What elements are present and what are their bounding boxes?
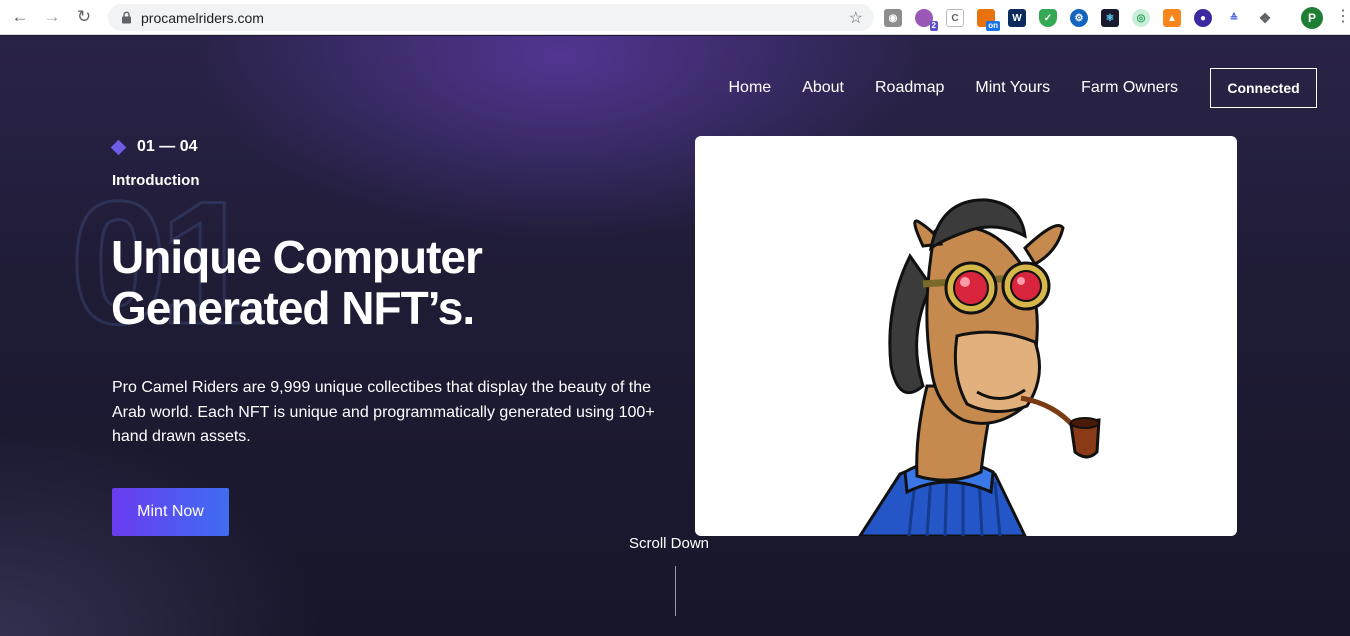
section-label: Introduction	[112, 172, 200, 189]
c-extension-icon[interactable]: C	[946, 9, 964, 27]
main-navigation: Home About Roadmap Mint Yours Farm Owner…	[698, 68, 1317, 108]
slide-counter-text: 01 — 04	[137, 138, 198, 155]
shield-extension-icon[interactable]: ✓	[1039, 9, 1057, 27]
profile-extension-icon[interactable]: 2	[915, 9, 938, 31]
hero-headline: Unique Computer Generated NFT’s.	[111, 232, 671, 334]
nav-roadmap[interactable]: Roadmap	[875, 79, 944, 97]
scroll-indicator-line	[675, 566, 676, 616]
nav-mint-yours[interactable]: Mint Yours	[975, 79, 1050, 97]
gear-extension-icon[interactable]: ⚙	[1070, 9, 1088, 27]
puzzle-extensions-icon[interactable]: ❖	[1256, 9, 1274, 27]
forward-icon[interactable]: →	[39, 4, 65, 30]
browser-menu-icon[interactable]: ⋮	[1335, 7, 1350, 27]
wallet-connected-button[interactable]: Connected	[1210, 68, 1317, 108]
address-bar[interactable]: procamelriders.com ☆	[108, 4, 874, 31]
scroll-down-label[interactable]: Scroll Down	[629, 535, 709, 552]
extension-badge: on	[986, 21, 1000, 31]
camera-extension-icon[interactable]: ◉	[884, 9, 902, 27]
extension-badge: 2	[929, 21, 938, 31]
back-icon[interactable]: ←	[7, 4, 33, 30]
headline-line-2: Generated NFT’s.	[111, 282, 475, 334]
slide-counter: 01 — 04	[110, 138, 198, 156]
orange-extension-icon[interactable]: on	[977, 9, 1000, 31]
mint-now-button[interactable]: Mint Now	[112, 488, 229, 536]
circle-extension-icon[interactable]: ◎	[1132, 9, 1150, 27]
headline-line-1: Unique Computer	[111, 231, 483, 283]
nav-home[interactable]: Home	[729, 79, 772, 97]
diamond-icon	[110, 139, 127, 155]
browser-toolbar: ← → ↻ procamelriders.com ☆ ◉ 2 C on W ✓ …	[0, 0, 1350, 35]
extensions-bar: ◉ 2 C on W ✓ ⚙ ⚛ ◎ ▲ ● ≙ ❖	[884, 5, 1287, 31]
nft-artwork-card	[695, 136, 1237, 536]
nav-farm-owners[interactable]: Farm Owners	[1081, 79, 1178, 97]
hero-description: Pro Camel Riders are 9,999 unique collec…	[112, 379, 655, 445]
lock-icon	[122, 11, 131, 24]
layers-extension-icon[interactable]: ≙	[1225, 9, 1243, 27]
camel-nft-illustration	[858, 198, 1101, 536]
metamask-fox-icon[interactable]: ▲	[1163, 9, 1181, 27]
react-extension-icon[interactable]: ⚛	[1101, 9, 1119, 27]
purple-extension-icon[interactable]: ●	[1194, 9, 1212, 27]
reload-icon[interactable]: ↻	[71, 4, 97, 30]
hero-section: Home About Roadmap Mint Yours Farm Owner…	[0, 36, 1350, 636]
wt-extension-icon[interactable]: W	[1008, 9, 1026, 27]
profile-avatar[interactable]: P	[1301, 7, 1323, 29]
url-text[interactable]: procamelriders.com	[141, 10, 264, 26]
nav-about[interactable]: About	[802, 79, 844, 97]
bookmark-star-icon[interactable]: ☆	[849, 8, 863, 28]
